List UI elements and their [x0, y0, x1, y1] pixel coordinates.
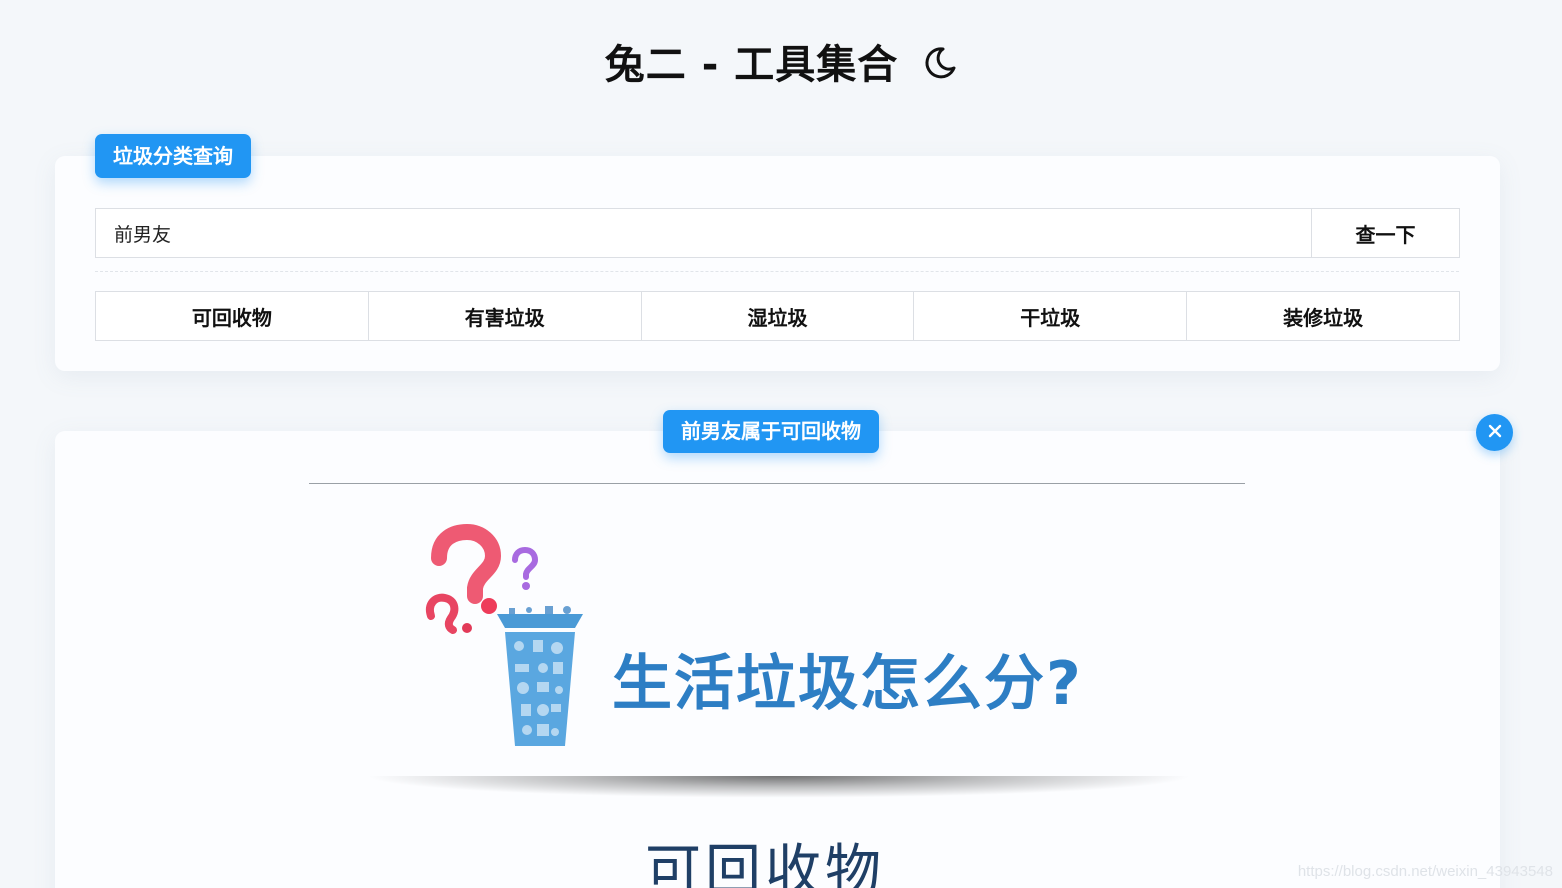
category-button-wet[interactable]: 湿垃圾 — [640, 291, 915, 341]
close-button[interactable] — [1476, 414, 1513, 451]
result-tag: 前男友属于可回收物 — [663, 410, 879, 453]
divider — [95, 271, 1459, 272]
page: 兔二 - 工具集合 垃圾分类查询 查一下 可回收物 有害垃圾 湿垃圾 干垃圾 装… — [0, 0, 1562, 888]
search-card-tag: 垃圾分类查询 — [95, 134, 251, 178]
search-button[interactable]: 查一下 — [1311, 209, 1459, 257]
search-input[interactable] — [96, 209, 1311, 257]
image-headline: 生活垃圾怎么分? — [612, 649, 1083, 719]
category-buttons: 可回收物 有害垃圾 湿垃圾 干垃圾 装修垃圾 — [95, 291, 1460, 341]
trash-cup-icon — [497, 606, 583, 746]
category-button-recyclable[interactable]: 可回收物 — [95, 291, 369, 341]
category-button-renovation[interactable]: 装修垃圾 — [1186, 291, 1460, 341]
category-button-dry[interactable]: 干垃圾 — [913, 291, 1188, 341]
result-image: 生活垃圾怎么分? 可回收物 — [309, 484, 1245, 888]
moon-icon[interactable] — [923, 40, 957, 94]
page-title-text: 兔二 - 工具集合 — [604, 42, 899, 88]
close-icon — [1488, 421, 1502, 444]
watermark: https://blog.csdn.net/weixin_43943548 — [1297, 863, 1553, 880]
search-bar: 查一下 — [95, 208, 1460, 258]
page-title: 兔二 - 工具集合 — [0, 38, 1562, 94]
image-shadow — [364, 776, 1194, 798]
image-subheading: 可回收物 — [645, 839, 885, 888]
category-button-hazardous[interactable]: 有害垃圾 — [367, 291, 642, 341]
